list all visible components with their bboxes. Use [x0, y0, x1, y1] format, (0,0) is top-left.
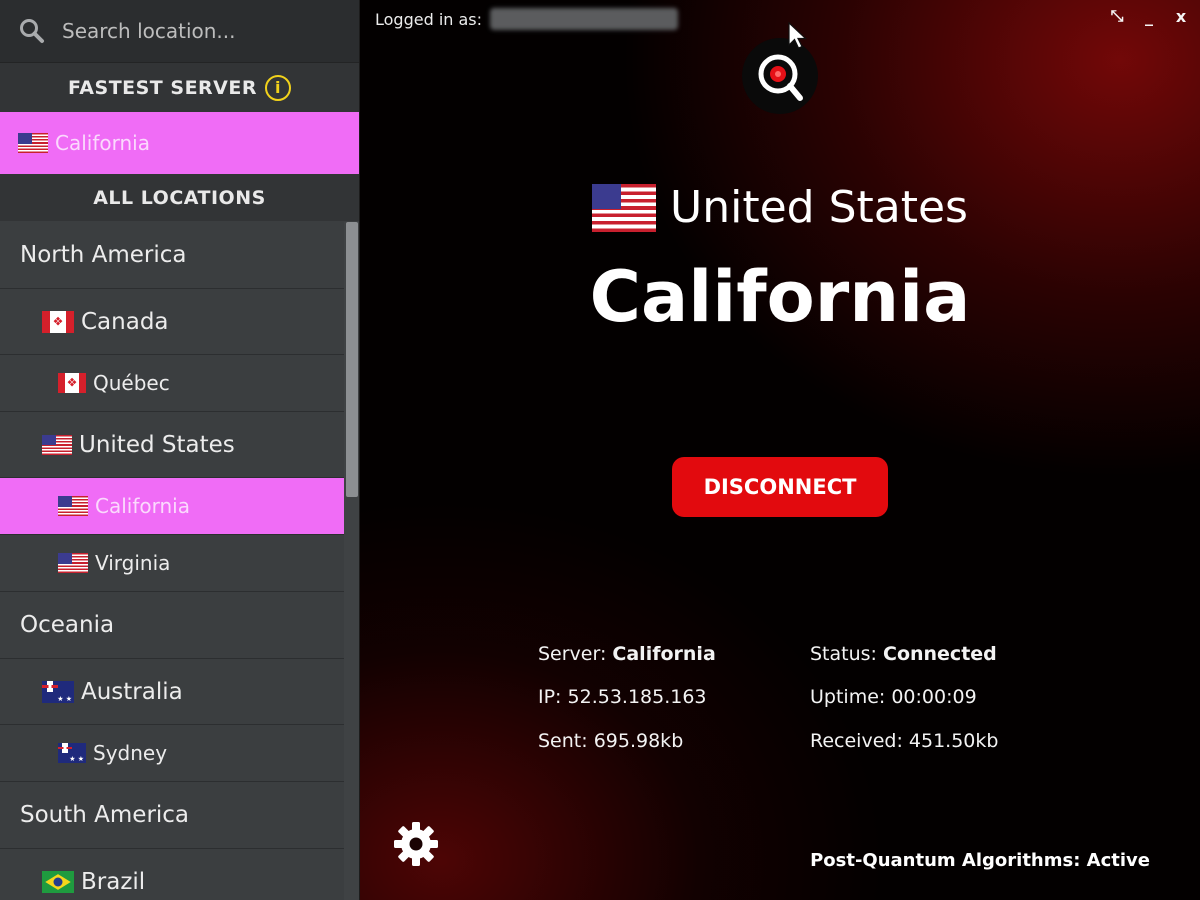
post-quantum-status: Post-Quantum Algorithms: Active — [810, 850, 1150, 871]
mouse-cursor-icon — [788, 22, 808, 49]
fastest-server-title: FASTEST SERVER — [68, 76, 257, 99]
uptime-value: 00:00:09 — [891, 686, 977, 708]
location-label: Sydney — [93, 741, 168, 765]
stat-uptime: Uptime: 00:00:09 — [810, 686, 977, 708]
all-locations-title: ALL LOCATIONS — [93, 186, 266, 209]
sent-label: Sent: — [538, 730, 588, 752]
ca-flag-icon — [58, 373, 86, 393]
us-flag-icon — [18, 133, 48, 153]
us-flag-icon — [592, 183, 657, 232]
location-label: North America — [20, 242, 187, 268]
au-flag-icon — [58, 743, 86, 763]
account-email-redacted — [490, 8, 679, 30]
region-header[interactable]: Oceania — [0, 592, 344, 659]
stat-server: Server: California — [538, 643, 716, 665]
us-flag-icon — [42, 434, 72, 455]
city-item[interactable]: California — [0, 478, 344, 535]
country-item[interactable]: Brazil — [0, 849, 344, 900]
connected-country: United States — [360, 182, 1200, 233]
location-label: Brazil — [81, 868, 146, 895]
location-label: Australia — [81, 678, 183, 705]
br-flag-icon — [42, 870, 74, 893]
us-flag-icon — [58, 496, 88, 516]
city-item[interactable]: Sydney — [0, 725, 344, 782]
window-controls: ⤡ _ x — [1108, 6, 1190, 26]
received-value: 451.50kb — [908, 730, 999, 752]
scrollbar-thumb[interactable] — [346, 222, 358, 497]
location-label: California — [95, 494, 190, 518]
location-label: United States — [79, 431, 235, 458]
status-value: Connected — [883, 643, 997, 665]
location-label: Oceania — [20, 612, 115, 638]
close-button[interactable]: x — [1172, 7, 1190, 26]
sidebar: FASTEST SERVER i California ALL LOCATION… — [0, 0, 360, 900]
location-label: Virginia — [95, 551, 171, 575]
scrollbar[interactable] — [344, 222, 359, 900]
logged-in-info: Logged in as: — [375, 8, 679, 30]
all-locations-header: ALL LOCATIONS — [0, 174, 359, 221]
city-item[interactable]: Québec — [0, 355, 344, 412]
search-bar — [0, 0, 359, 63]
search-input[interactable] — [62, 19, 332, 43]
city-item[interactable]: Virginia — [0, 535, 344, 592]
fastest-server-label: California — [55, 131, 150, 155]
gear-icon[interactable] — [393, 821, 439, 867]
restore-icon[interactable]: ⤡ — [1108, 6, 1126, 26]
sent-value: 695.98kb — [593, 730, 684, 752]
au-flag-icon — [42, 680, 74, 703]
ip-label: IP: — [538, 686, 562, 708]
country-item[interactable]: Canada — [0, 289, 344, 355]
server-label: Server: — [538, 643, 607, 665]
search-icon[interactable] — [18, 17, 46, 45]
received-label: Received: — [810, 730, 903, 752]
stat-ip: IP: 52.53.185.163 — [538, 686, 707, 708]
app-window: FASTEST SERVER i California ALL LOCATION… — [0, 0, 1200, 900]
fastest-server-item[interactable]: California — [0, 112, 359, 174]
location-label: Québec — [93, 371, 170, 395]
server-value: California — [612, 643, 716, 665]
ip-value: 52.53.185.163 — [567, 686, 707, 708]
ca-flag-icon — [42, 310, 74, 333]
stat-status: Status: Connected — [810, 643, 997, 665]
minimize-button[interactable]: _ — [1140, 7, 1158, 26]
uptime-label: Uptime: — [810, 686, 886, 708]
country-item[interactable]: United States — [0, 412, 344, 478]
region-header[interactable]: North America — [0, 222, 344, 289]
location-label: Canada — [81, 308, 169, 335]
location-label: South America — [20, 802, 190, 828]
logged-in-label: Logged in as: — [375, 9, 483, 29]
disconnect-button[interactable]: DISCONNECT — [672, 457, 888, 517]
country-item[interactable]: Australia — [0, 659, 344, 725]
stat-received: Received: 451.50kb — [810, 730, 998, 752]
main-panel: Logged in as: ⤡ _ x United States Califo… — [360, 0, 1200, 900]
status-label: Status: — [810, 643, 877, 665]
location-list: North America Canada Québec United States Ca… — [0, 222, 344, 900]
connected-city: California — [589, 256, 971, 338]
region-header[interactable]: South America — [0, 782, 344, 849]
country-name: United States — [670, 182, 968, 233]
stat-sent: Sent: 695.98kb — [538, 730, 683, 752]
us-flag-icon — [58, 553, 88, 573]
info-icon[interactable]: i — [265, 74, 291, 101]
fastest-server-header: FASTEST SERVER i — [0, 63, 359, 112]
